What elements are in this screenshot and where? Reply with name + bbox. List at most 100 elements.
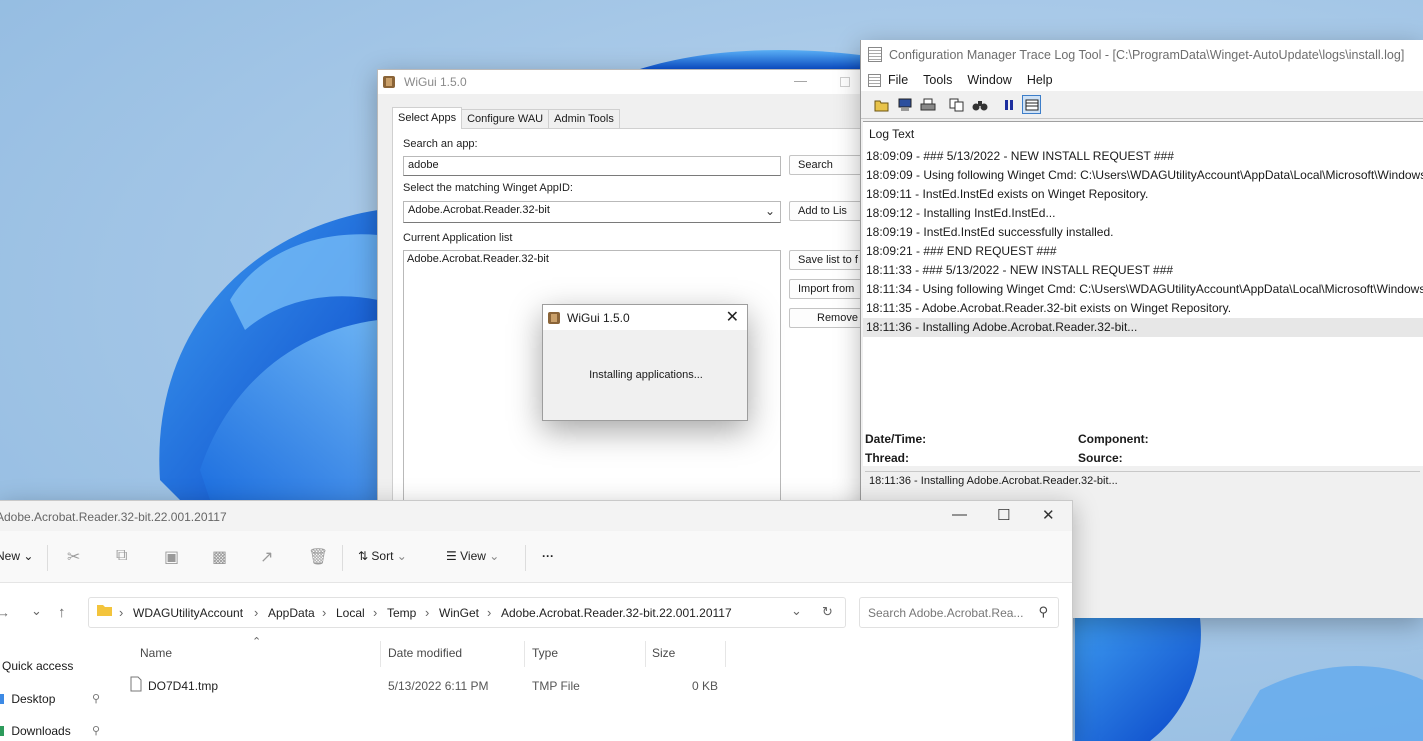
column-header-name[interactable]: Name (140, 646, 172, 660)
log-row[interactable]: 18:09:09 - Using following Winget Cmd: C… (863, 166, 1423, 185)
nav-quick-access[interactable]: Quick access (2, 659, 73, 673)
appid-label: Select the matching Winget AppID: (403, 182, 573, 194)
computer-icon[interactable] (895, 95, 914, 114)
search-input[interactable]: adobe (403, 156, 781, 176)
log-document-icon (868, 47, 882, 62)
cmtrace-toolbar (861, 91, 1423, 119)
paste-icon[interactable]: ▣ (164, 547, 179, 567)
pin-icon: ⚲ (92, 725, 101, 737)
menu-tools[interactable]: Tools (923, 73, 952, 87)
log-row-selected[interactable]: 18:11:36 - Installing Adobe.Acrobat.Read… (863, 318, 1423, 337)
delete-icon[interactable]: 🗑 (308, 547, 328, 567)
tab-admin-tools[interactable]: Admin Tools (548, 109, 620, 129)
dialog-titlebar[interactable]: WiGui 1.5.0 ✕ (543, 305, 747, 330)
column-header-date[interactable]: Date modified (388, 646, 462, 660)
more-options-button[interactable]: ··· (542, 549, 554, 563)
log-list[interactable]: Log Text 18:09:09 - ### 5/13/2022 - NEW … (863, 121, 1423, 466)
search-input[interactable]: Search Adobe.Acrobat.Rea... ⚲ (859, 597, 1059, 628)
view-button[interactable]: ☰ View ⌄ (446, 549, 499, 563)
chevron-down-icon: ⌄ (489, 549, 500, 563)
open-folder-icon[interactable] (872, 95, 891, 114)
file-type: TMP File (532, 679, 580, 693)
thread-label: Thread: (865, 451, 910, 465)
nav-downloads[interactable]: Downloads (0, 724, 71, 738)
breadcrumb-item[interactable]: Temp (387, 606, 416, 620)
appid-dropdown[interactable]: Adobe.Acrobat.Reader.32-bit ⌄ (403, 201, 781, 223)
desktop-icon (0, 694, 4, 704)
log-row[interactable]: 18:09:09 - ### 5/13/2022 - NEW INSTALL R… (863, 147, 1423, 166)
source-label: Source: (1078, 451, 1123, 465)
search-placeholder: Search Adobe.Acrobat.Rea... (868, 606, 1024, 620)
sort-ascending-icon: ⌃ (252, 636, 262, 648)
recent-locations-icon[interactable]: ⌄ (31, 603, 42, 619)
copy-icon[interactable]: ⧉ (116, 547, 127, 565)
rename-icon[interactable]: ▩ (212, 547, 227, 567)
explorer-title: Adobe.Acrobat.Reader.32-bit.22.001.20117 (0, 510, 227, 524)
tab-configure-wau[interactable]: Configure WAU (461, 109, 550, 129)
datetime-label: Date/Time: (865, 432, 927, 446)
menu-help[interactable]: Help (1027, 73, 1053, 87)
log-row[interactable]: 18:11:34 - Using following Winget Cmd: C… (863, 280, 1423, 299)
wigui-app-icon (383, 76, 395, 88)
details-pane-icon[interactable] (1022, 95, 1041, 114)
up-arrow-icon[interactable]: ↑ (58, 604, 66, 621)
list-item[interactable]: Adobe.Acrobat.Reader.32-bit (407, 253, 777, 265)
log-row[interactable]: 18:09:19 - InstEd.InstEd successfully in… (863, 223, 1423, 242)
minimize-button[interactable]: — (952, 506, 967, 523)
new-button[interactable]: New ⌄ (0, 549, 33, 563)
close-button[interactable]: ✕ (1042, 506, 1055, 524)
find-binoculars-icon[interactable] (970, 95, 989, 114)
file-name[interactable]: DO7D41.tmp (148, 679, 218, 693)
sort-button[interactable]: ⇅ Sort ⌄ (358, 549, 407, 563)
address-bar[interactable]: › WDAGUtilityAccount › AppData › Local ›… (88, 597, 846, 628)
cmtrace-menubar: File Tools Window Help (861, 69, 1423, 91)
forward-icon[interactable]: → (0, 605, 10, 620)
menu-window[interactable]: Window (967, 73, 1011, 87)
search-icon: ⚲ (1038, 604, 1048, 619)
wigui-titlebar[interactable]: WiGui 1.5.0 — (378, 70, 876, 94)
maximize-button[interactable]: ☐ (997, 506, 1010, 524)
installing-message: Installing applications... (589, 369, 703, 381)
explorer-titlebar[interactable]: Adobe.Acrobat.Reader.32-bit.22.001.20117… (0, 501, 1072, 531)
breadcrumb-item[interactable]: WinGet (439, 606, 479, 620)
tab-select-apps[interactable]: Select Apps (392, 107, 463, 129)
cmtrace-titlebar[interactable]: Configuration Manager Trace Log Tool - [… (861, 40, 1423, 69)
menu-file[interactable]: File (888, 73, 908, 87)
command-bar: New ⌄ ✂ ⧉ ▣ ▩ ↗ 🗑 ⇅ Sort ⌄ ☰ View ⌄ ··· (0, 531, 1072, 583)
breadcrumb-item[interactable]: AppData (268, 606, 315, 620)
chevron-down-icon[interactable]: ⌄ (791, 603, 802, 619)
log-row[interactable]: 18:09:21 - ### END REQUEST ### (863, 242, 1423, 261)
wigui-title: WiGui 1.5.0 (404, 75, 467, 89)
column-header-size[interactable]: Size (652, 646, 675, 660)
nav-desktop[interactable]: Desktop (0, 692, 55, 706)
view-label: View (460, 549, 486, 563)
file-icon (130, 676, 142, 695)
column-header-type[interactable]: Type (532, 646, 558, 660)
cut-icon[interactable]: ✂ (67, 547, 80, 567)
log-row[interactable]: 18:11:35 - Adobe.Acrobat.Reader.32-bit e… (863, 299, 1423, 318)
copy-icon[interactable] (947, 95, 966, 114)
breadcrumb-item-current[interactable]: Adobe.Acrobat.Reader.32-bit.22.001.20117 (501, 606, 732, 620)
breadcrumb-item[interactable]: WDAGUtilityAccount (133, 606, 243, 620)
minimize-button[interactable]: — (794, 73, 807, 88)
pause-icon[interactable] (999, 95, 1018, 114)
breadcrumb-item[interactable]: Local (336, 606, 365, 620)
wigui-window: WiGui 1.5.0 — Select Apps Configure WAU … (377, 69, 893, 510)
wigui-app-icon (548, 311, 560, 324)
appid-selected-value: Adobe.Acrobat.Reader.32-bit (408, 204, 550, 216)
share-icon[interactable]: ↗ (260, 547, 273, 567)
current-list-label: Current Application list (403, 232, 513, 244)
view-icon: ☰ (446, 549, 457, 563)
address-row: → ⌄ ↑ › WDAGUtilityAccount › AppData › L… (0, 583, 1072, 635)
file-explorer-window: Adobe.Acrobat.Reader.32-bit.22.001.20117… (0, 500, 1073, 741)
printer-icon[interactable] (918, 95, 937, 114)
log-text-header[interactable]: Log Text (863, 122, 1423, 147)
folder-icon (96, 603, 113, 620)
refresh-icon[interactable]: ↻ (822, 604, 833, 620)
maximize-button[interactable] (840, 77, 850, 87)
log-row[interactable]: 18:09:11 - InstEd.InstEd exists on Winge… (863, 185, 1423, 204)
chevron-down-icon: ⌄ (764, 204, 775, 218)
close-icon[interactable]: ✕ (726, 307, 739, 327)
log-row[interactable]: 18:09:12 - Installing InstEd.InstEd... (863, 204, 1423, 223)
log-row[interactable]: 18:11:33 - ### 5/13/2022 - NEW INSTALL R… (863, 261, 1423, 280)
